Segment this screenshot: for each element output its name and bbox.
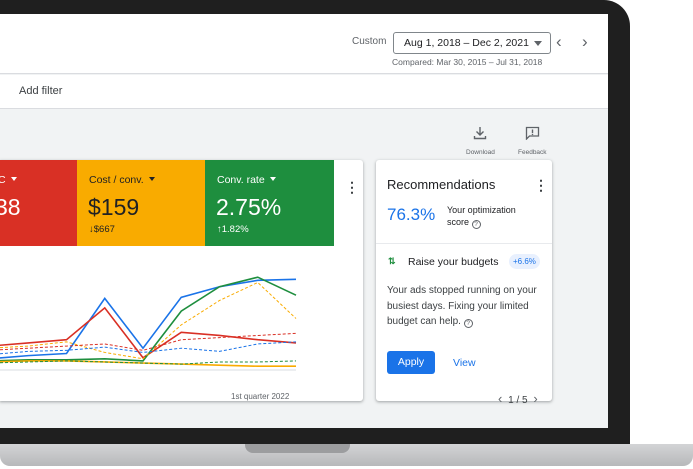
divider <box>376 243 552 244</box>
metric-value: 38 <box>0 194 21 220</box>
x-axis-label: 1st quarter 2022 <box>231 392 290 401</box>
metric-name-text: C <box>0 174 6 186</box>
laptop-notch <box>245 444 350 453</box>
optimization-score: 76.3% <box>387 205 436 224</box>
feedback-button[interactable]: Feedback <box>518 126 547 156</box>
metric-name: Conv. rate <box>217 174 276 186</box>
optimization-score-label: Your optimization score ? <box>447 204 537 229</box>
pager: ‹ 1 / 5 › <box>498 391 538 406</box>
apply-button[interactable]: Apply <box>387 351 435 374</box>
metric-delta: ↓$667 <box>89 224 115 235</box>
series-line-5 <box>0 341 297 355</box>
metric-name: C <box>0 174 17 186</box>
view-link[interactable]: View <box>453 357 476 369</box>
pager-text: 1 / 5 <box>508 395 528 406</box>
metric-tile-cost[interactable]: C 38 <box>0 160 77 246</box>
dropdown-caret-icon <box>534 41 542 46</box>
chevron-left-icon[interactable]: ‹ <box>498 391 502 406</box>
recommendations-title: Recommendations <box>387 177 496 192</box>
download-icon <box>474 127 487 140</box>
metric-tile-cost-per-conv[interactable]: Cost / conv. $159 ↓$667 <box>77 160 205 246</box>
feedback-label: Feedback <box>518 149 547 156</box>
metric-value: $159 <box>88 194 140 220</box>
date-header: Custom Aug 1, 2018 – Dec 2, 2021 ‹ › Com… <box>0 14 608 74</box>
laptop-stage: Custom Aug 1, 2018 – Dec 2, 2021 ‹ › Com… <box>0 0 693 469</box>
date-range-value: Aug 1, 2018 – Dec 2, 2021 <box>404 37 529 49</box>
more-options-icon[interactable]: ⋮ <box>534 178 548 192</box>
feedback-icon <box>525 126 539 141</box>
budget-trend-icon: ⇅ <box>388 256 396 266</box>
help-icon[interactable]: ? <box>463 319 473 328</box>
help-icon[interactable]: ? <box>471 220 481 229</box>
recommendation-title: Raise your budgets <box>408 256 499 268</box>
recommendations-card: Recommendations ⋮ 76.3% Your optimizatio… <box>376 160 552 406</box>
uplift-badge: +6.6% <box>509 254 540 269</box>
dropdown-caret-icon <box>269 177 276 181</box>
chevron-right-icon[interactable]: › <box>582 32 588 52</box>
add-filter-button[interactable]: Add filter <box>19 85 62 97</box>
metric-name-text: Conv. rate <box>217 174 265 186</box>
metric-value: 2.75% <box>216 194 282 220</box>
recommendation-description: Your ads stopped running on your busiest… <box>387 283 537 330</box>
download-label: Download <box>466 149 495 156</box>
metric-name-text: Cost / conv. <box>89 174 144 186</box>
download-button[interactable]: Download <box>466 126 495 156</box>
dropdown-caret-icon <box>10 177 17 181</box>
date-range-select[interactable]: Aug 1, 2018 – Dec 2, 2021 <box>393 32 551 54</box>
dropdown-caret-icon <box>148 177 155 181</box>
recommendation-description-text: Your ads stopped running on your busiest… <box>387 285 537 327</box>
optimization-score-label-text: Your optimization score <box>447 205 516 227</box>
date-range-label: Custom <box>352 36 387 47</box>
compared-range: Compared: Mar 30, 2015 – Jul 31, 2018 <box>392 57 543 67</box>
metric-delta: ↑1.82% <box>217 224 249 235</box>
metric-name: Cost / conv. <box>89 174 155 186</box>
series-line-4 <box>0 281 297 360</box>
chevron-left-icon[interactable]: ‹ <box>556 32 562 52</box>
performance-card: C 38 Cost / conv. $159 ↓$667 Conv. rate … <box>0 160 363 401</box>
metric-tile-conv-rate[interactable]: Conv. rate 2.75% ↑1.82% <box>205 160 334 246</box>
series-line-0 <box>0 278 297 359</box>
series-line-2 <box>0 276 297 362</box>
more-options-icon[interactable]: ⋮ <box>345 180 359 194</box>
performance-chart <box>0 276 297 371</box>
series-line-1 <box>0 306 297 359</box>
screen: Custom Aug 1, 2018 – Dec 2, 2021 ‹ › Com… <box>0 14 608 428</box>
filter-bar: Add filter <box>0 75 608 109</box>
chevron-right-icon[interactable]: › <box>533 391 537 406</box>
